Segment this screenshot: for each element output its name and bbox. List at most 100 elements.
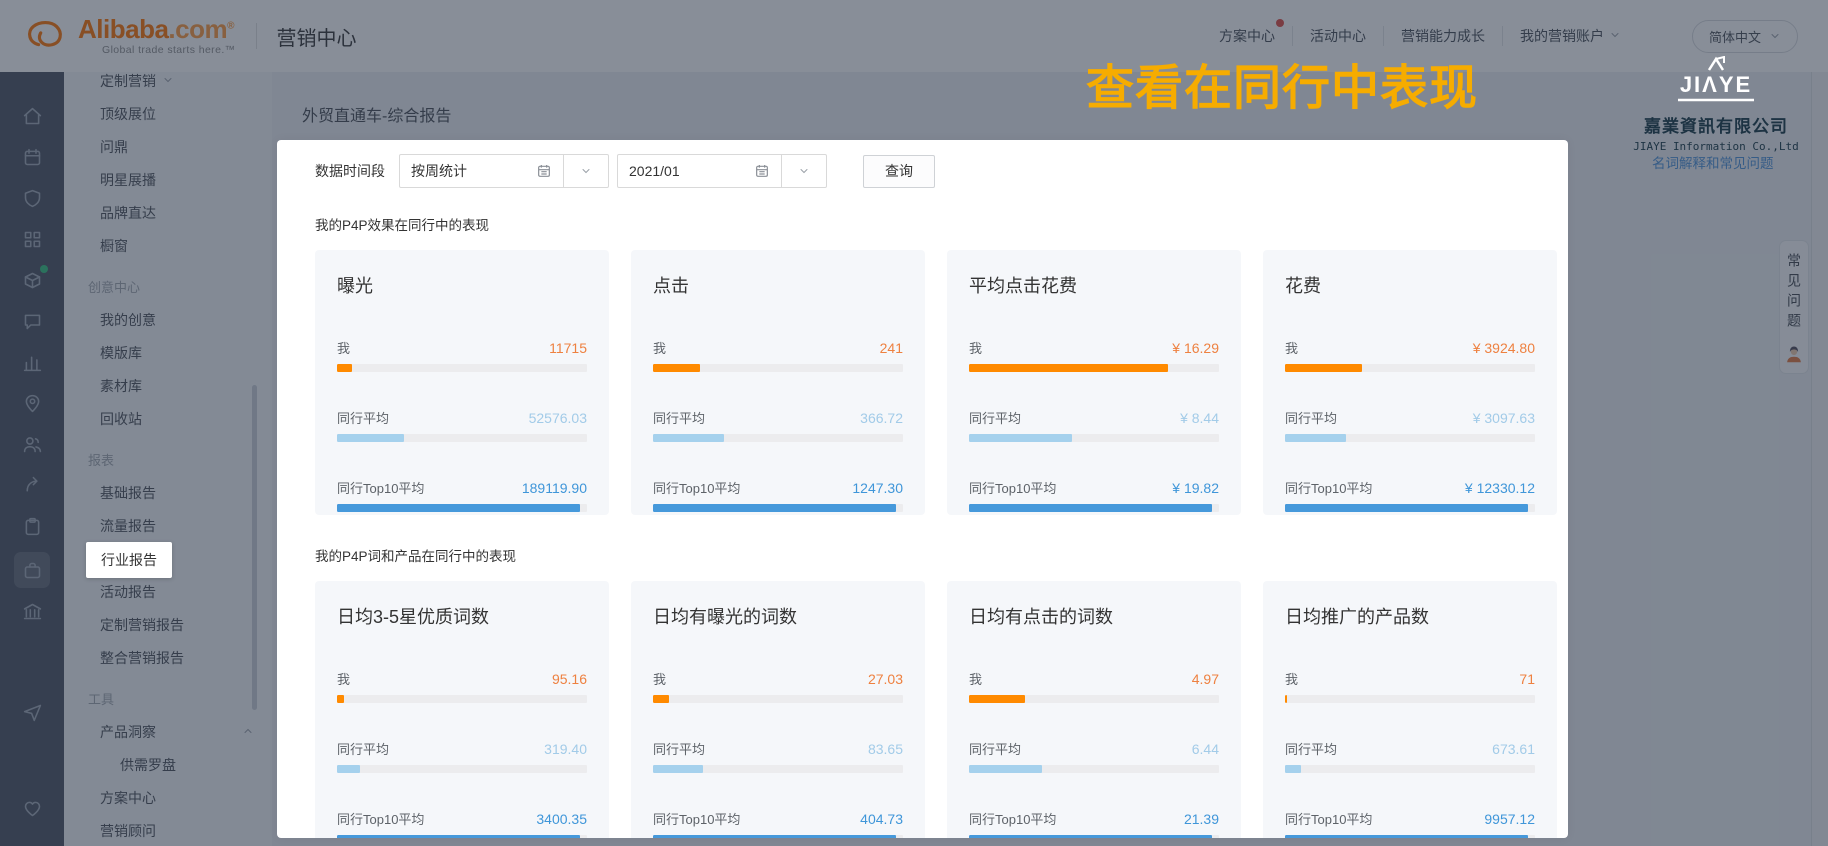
bar-fill [337,835,580,838]
icon-rail [0,72,64,846]
bar-track [969,364,1219,372]
sidebar-item[interactable]: 产品洞察 [64,716,272,749]
sidebar-item[interactable]: 橱窗 [64,230,272,263]
bar-track [337,504,587,512]
tour-headline: 查看在同行中表现 [1086,62,1479,115]
shield-icon[interactable] [22,186,43,210]
metric-card-title: 日均3-5星优质词数 [337,607,490,627]
period-select-arrow[interactable] [564,154,609,188]
metric-row-value: 3400.35 [536,811,587,827]
month-select[interactable]: 2021/01 [617,154,827,188]
location-icon[interactable] [22,391,43,415]
sidebar-item[interactable]: 素材库 [64,370,272,403]
metric-row: 同行平均 366.72 [653,408,903,442]
bar-fill [1285,765,1302,773]
bar-fill [337,695,344,703]
metric-row-label: 同行Top10平均 [653,812,741,827]
clipboard-icon[interactable] [22,514,43,538]
report-section-title: 我的P4P词和产品在同行中的表现 [315,549,517,564]
metric-row-label: 同行平均 [1285,411,1338,426]
sidebar-item[interactable]: 整合营销报告 [64,642,272,675]
metric-row-value: 6.44 [1191,741,1219,757]
bar-fill [337,504,580,512]
glossary-link[interactable]: 名词解释和常见问题 [1652,152,1774,172]
box-icon[interactable] [22,265,48,292]
sidebar-item-label: 方案中心 [100,790,156,806]
users-icon[interactable] [22,432,43,456]
bar-chart-icon[interactable] [22,350,43,374]
calendar-icon[interactable] [22,145,43,169]
nav-item[interactable]: 活动中心 [1291,26,1383,46]
alibaba-logo[interactable]: Alibaba.com® Global trade starts here.™ [24,15,236,56]
bar-fill [1285,434,1346,442]
notification-dot [1275,19,1284,27]
metric-row-value: 404.73 [860,811,903,827]
bar-track [653,504,903,512]
app-window: Alibaba.com® Global trade starts here.™ … [0,0,1828,846]
metric-row: 我 71 [1285,669,1535,703]
sidebar-item[interactable]: 营销顾问 [64,815,272,846]
month-select-value[interactable]: 2021/01 [617,154,782,188]
sidebar-item[interactable]: 明星展播 [64,164,272,197]
sidebar-item[interactable]: 我的创意 [64,304,272,337]
bar-track [1285,765,1535,773]
nav-item[interactable]: 方案中心 [1202,19,1292,46]
bank-icon[interactable] [22,599,43,623]
chevron-up-icon [242,716,254,749]
language-label: 简体中文 [1708,29,1761,45]
bar-fill [969,434,1073,442]
metric-row-value: ¥ 19.82 [1172,480,1219,496]
metric-row-label: 同行Top10平均 [653,481,741,496]
svg-text:JIΛYE: JIΛYE [1680,72,1752,97]
window-scrollbar[interactable] [1811,72,1828,846]
metric-row-label: 同行平均 [653,411,706,426]
sidebar-item-active[interactable]: 行业报告 [64,541,272,578]
metric-row-label: 我 [653,672,667,687]
sidebar-item[interactable]: 品牌直达 [64,197,272,230]
language-selector[interactable]: 简体中文 [1691,19,1798,53]
nav-item[interactable]: 我的营销账户 [1501,26,1638,46]
query-button[interactable]: 查询 [863,154,935,188]
home-icon[interactable] [22,104,43,128]
sidebar-item-label: 模版库 [100,345,142,361]
faq-tab[interactable]: 常见问题 [1779,240,1809,374]
period-select-value[interactable]: 按周统计 [399,154,564,188]
sidebar-item[interactable]: 活动报告 [64,576,272,609]
month-select-arrow[interactable] [782,154,827,188]
metric-row: 我 27.03 [653,669,903,703]
sidebar-item[interactable]: 定制营销报告 [64,609,272,642]
send-icon[interactable] [22,700,43,724]
sidebar-item[interactable]: 模版库 [64,337,272,370]
sidebar-item[interactable]: 方案中心 [64,782,272,815]
sidebar-item[interactable]: 问鼎 [64,131,272,164]
period-select[interactable]: 按周统计 [399,154,609,188]
metric-row: 同行Top10平均 21.39 [969,809,1219,838]
heart-icon[interactable] [22,796,43,820]
metric-row: 我 241 [653,338,903,372]
sidebar-section-label: 工具 [88,692,115,707]
metric-row-value: 4.97 [1191,671,1219,687]
sidebar-item[interactable]: 流量报告 [64,510,272,543]
nav-item[interactable]: 营销能力成长 [1382,26,1502,46]
share-icon[interactable] [22,473,43,497]
sidebar-item[interactable]: 供需罗盘 [64,749,272,782]
metric-row-label: 同行Top10平均 [969,481,1057,496]
top-bar: Alibaba.com® Global trade starts here.™ … [0,0,1828,72]
sidebar-item[interactable]: 顶级展位 [64,98,272,131]
sidebar-item[interactable]: 回收站 [64,403,272,436]
sidebar-item-label: 产品洞察 [100,724,156,740]
bar-fill [337,765,360,773]
bar-track [337,765,587,773]
metric-row-value: ¥ 3097.63 [1472,410,1535,426]
apps-icon[interactable] [22,227,43,251]
chat-icon[interactable] [22,309,43,333]
watermark-company-en: JIAYE Information Co.,Ltd [1633,140,1799,153]
sidebar-scrollbar[interactable] [252,385,257,710]
report-panel: 数据时间段 按周统计 2021/01 查询 我的P4P效果在同行中的表现 曝光 … [277,140,1568,838]
sidebar-item-label: 明星展播 [100,172,156,188]
sidebar-item[interactable]: 基础报告 [64,477,272,510]
sidebar-item-label: 顶级展位 [100,106,156,122]
metric-row-value: 71 [1519,671,1535,687]
metric-row-label: 同行平均 [337,411,390,426]
briefcase-icon[interactable] [14,552,50,588]
